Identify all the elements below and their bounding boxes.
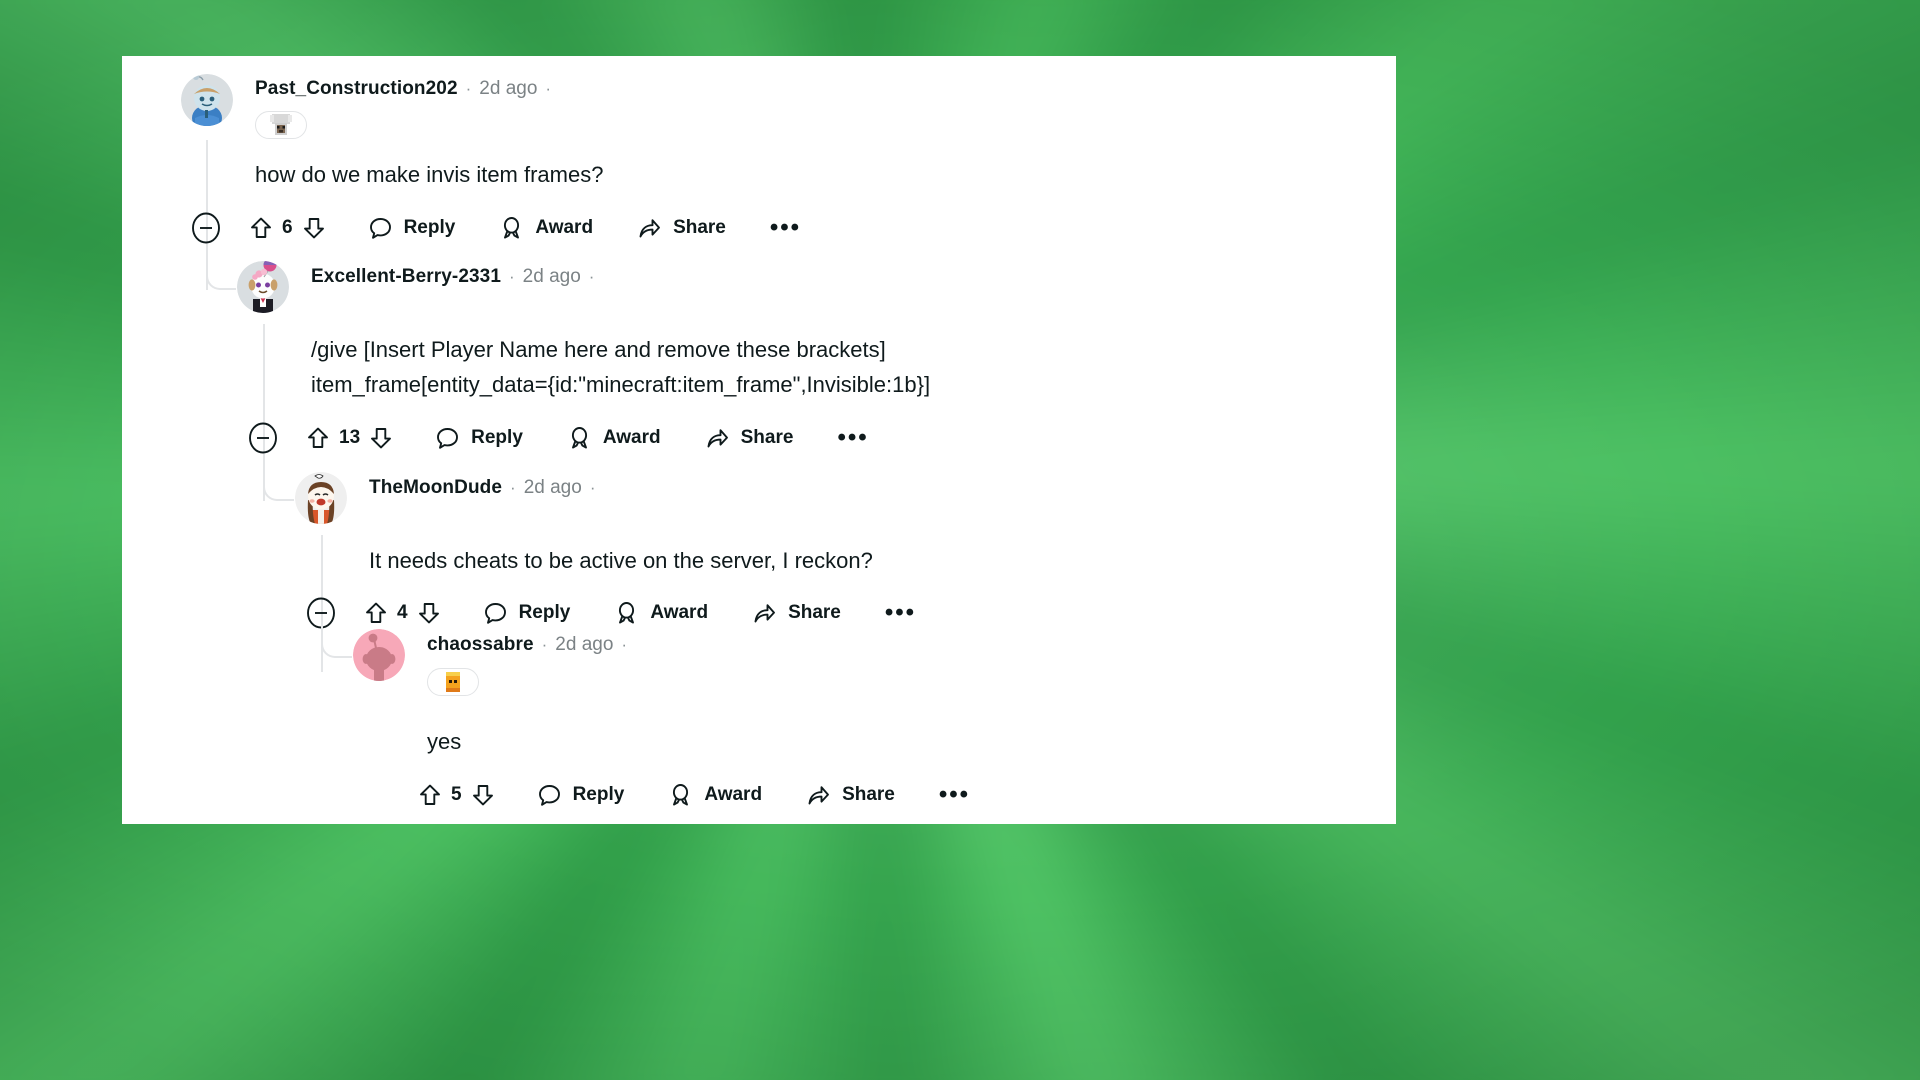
- reply-label: Reply: [403, 217, 456, 238]
- more-options-button[interactable]: •••: [770, 216, 801, 240]
- thread-curve: [321, 624, 352, 658]
- comment-author[interactable]: Excellent-Berry-2331: [311, 266, 501, 288]
- vote-group: 13: [306, 426, 393, 450]
- downvote-button[interactable]: [369, 426, 393, 450]
- award-ribbon-icon: [668, 783, 693, 808]
- collapse-button[interactable]: [189, 211, 223, 245]
- avatar[interactable]: [181, 74, 233, 126]
- comment-timestamp: 2d ago: [522, 266, 581, 287]
- award-button[interactable]: Award: [567, 426, 661, 451]
- upvote-button[interactable]: [249, 216, 273, 240]
- award-ribbon-icon: [614, 601, 639, 626]
- comment-action-bar: 5 Reply Award Share •••: [418, 778, 970, 812]
- comment-byline: Excellent-Berry-2331 · 2d ago ·: [311, 266, 594, 288]
- award-button[interactable]: Award: [668, 783, 762, 808]
- upvote-button[interactable]: [418, 783, 442, 807]
- share-label: Share: [673, 217, 726, 238]
- award-button[interactable]: Award: [499, 216, 593, 241]
- vote-group: 4: [364, 601, 441, 625]
- minecraft-wolf-icon: [268, 113, 294, 137]
- byline-trailing-separator: ·: [588, 267, 595, 286]
- comment-timestamp: 2d ago: [479, 78, 538, 99]
- more-options-button[interactable]: •••: [837, 426, 868, 450]
- byline-trailing-separator: ·: [545, 79, 552, 98]
- comment-action-bar: 13 Reply Award Share •••: [246, 421, 869, 455]
- downvote-button[interactable]: [417, 601, 441, 625]
- comment-byline: chaossabre · 2d ago ·: [427, 634, 627, 656]
- minecraft-blaze-icon: [441, 670, 465, 694]
- user-flair-badge[interactable]: [427, 668, 479, 696]
- comment-body: how do we make invis item frames?: [255, 162, 604, 187]
- share-button[interactable]: Share: [637, 216, 726, 241]
- award-ribbon-icon: [499, 216, 524, 241]
- downvote-button[interactable]: [471, 783, 495, 807]
- avatar[interactable]: [295, 472, 347, 524]
- comment-timestamp: 2d ago: [555, 634, 614, 655]
- vote-group: 6: [249, 216, 326, 240]
- comment-author[interactable]: TheMoonDude: [369, 477, 502, 499]
- upvote-button[interactable]: [364, 601, 388, 625]
- user-flair-badge[interactable]: [255, 111, 307, 139]
- reply-button[interactable]: Reply: [368, 216, 456, 241]
- upvote-button[interactable]: [306, 426, 330, 450]
- award-label: Award: [602, 427, 661, 448]
- avatar[interactable]: [353, 629, 405, 681]
- share-label: Share: [842, 784, 895, 805]
- share-label: Share: [740, 427, 794, 448]
- share-label: Share: [788, 602, 841, 623]
- thread-curve: [206, 256, 236, 290]
- comment-body: It needs cheats to be active on the serv…: [369, 548, 873, 573]
- speech-bubble-icon: [368, 216, 393, 241]
- byline-separator: ·: [509, 267, 515, 286]
- share-arrow-icon: [752, 601, 777, 626]
- thread-curve: [263, 467, 294, 501]
- vote-count: 4: [397, 602, 408, 623]
- comment-body: /give [Insert Player Name here and remov…: [311, 337, 931, 397]
- byline-trailing-separator: ·: [589, 478, 596, 497]
- award-label: Award: [650, 602, 709, 623]
- vote-count: 13: [339, 427, 361, 448]
- comment-body: yes: [427, 729, 462, 754]
- reply-button[interactable]: Reply: [435, 426, 523, 451]
- comment-byline: Past_Construction202 · 2d ago ·: [255, 78, 551, 100]
- share-button[interactable]: Share: [752, 601, 841, 626]
- byline-separator: ·: [465, 79, 472, 98]
- byline-separator: ·: [541, 635, 548, 654]
- comment-action-bar: 4 Reply Award Share •••: [304, 596, 916, 630]
- vote-count: 5: [451, 784, 462, 805]
- reply-label: Reply: [572, 784, 625, 805]
- award-button[interactable]: Award: [614, 601, 708, 626]
- avatar[interactable]: [237, 261, 289, 313]
- vote-group: 5: [418, 783, 495, 807]
- share-arrow-icon: [806, 783, 831, 808]
- reply-button[interactable]: Reply: [537, 783, 625, 808]
- comment-byline: TheMoonDude · 2d ago ·: [369, 477, 596, 499]
- share-arrow-icon: [705, 426, 730, 451]
- comment-timestamp: 2d ago: [523, 477, 582, 498]
- share-arrow-icon: [637, 216, 662, 241]
- reply-label: Reply: [471, 427, 523, 448]
- comment-author[interactable]: Past_Construction202: [255, 78, 458, 100]
- comment-thread-card: Past_Construction202 · 2d ago · how do w…: [122, 56, 1396, 824]
- more-options-button[interactable]: •••: [939, 783, 970, 807]
- vote-count: 6: [282, 217, 293, 238]
- byline-separator: ·: [510, 478, 516, 497]
- reply-button[interactable]: Reply: [483, 601, 571, 626]
- speech-bubble-icon: [435, 426, 460, 451]
- collapse-button[interactable]: [246, 421, 280, 455]
- reply-label: Reply: [518, 602, 571, 623]
- speech-bubble-icon: [537, 783, 562, 808]
- share-button[interactable]: Share: [705, 426, 794, 451]
- byline-trailing-separator: ·: [621, 635, 628, 654]
- comment-author[interactable]: chaossabre: [427, 634, 534, 656]
- more-options-button[interactable]: •••: [885, 601, 916, 625]
- speech-bubble-icon: [483, 601, 508, 626]
- award-label: Award: [535, 217, 594, 238]
- share-button[interactable]: Share: [806, 783, 895, 808]
- comment-action-bar: 6 Reply Award Share •••: [189, 211, 801, 245]
- downvote-button[interactable]: [302, 216, 326, 240]
- award-label: Award: [704, 784, 763, 805]
- award-ribbon-icon: [567, 426, 592, 451]
